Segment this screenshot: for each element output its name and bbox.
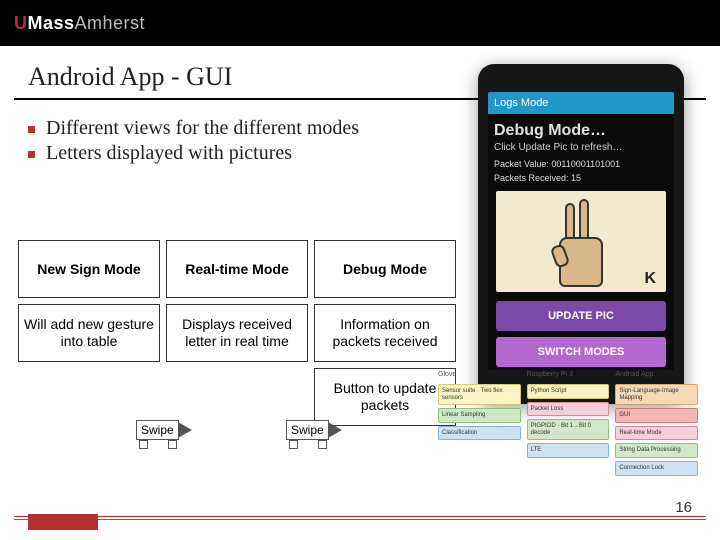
app-topbar: Logs Mode — [488, 92, 674, 114]
architecture-diagram: Glove Sensor suite · Two flex sensors Li… — [438, 371, 698, 476]
diag-box: Connection Lock — [615, 461, 698, 476]
diag-box: Python Script — [527, 384, 610, 399]
gesture-image: K — [496, 191, 666, 292]
mode-table: New Sign Mode Will add new gesture into … — [18, 240, 456, 432]
col-head-debug: Debug Mode — [314, 240, 456, 298]
switch-modes-button[interactable]: SWITCH MODES — [496, 337, 666, 367]
diag-box: Sign-Language-Image Mapping — [615, 384, 698, 405]
letter-label: K — [644, 270, 656, 288]
col-head-realtime: Real-time Mode — [166, 240, 308, 298]
arrow-right-icon — [328, 422, 342, 438]
swipe-arrow-1: Swipe — [136, 420, 192, 440]
diag-head-glove: Glove — [438, 371, 521, 381]
diag-box: PIGPIOD · Bit 1→Bit 0 decode — [527, 419, 610, 440]
packets-received: Packets Received: 15 — [488, 171, 674, 185]
bullet-list: Different views for the different modes … — [28, 116, 408, 166]
slide-footer — [0, 516, 720, 520]
screen-title: Debug Mode… — [488, 114, 674, 142]
phone-screen: Logs Mode Debug Mode… Click Update Pic t… — [488, 92, 674, 370]
diag-box: Classification — [438, 426, 521, 441]
brand-header: UMassAmherst — [0, 0, 720, 46]
bullet-item: Letters displayed with pictures — [28, 141, 408, 166]
diag-head-rpi: Raspberry Pi 3 — [527, 371, 610, 381]
swipe-label: Swipe — [286, 420, 329, 440]
diag-box: LTE — [527, 443, 610, 458]
umass-logo: UMassAmherst — [14, 13, 145, 34]
handle-icon — [318, 440, 327, 449]
swipe-label: Swipe — [136, 420, 179, 440]
footer-accent — [28, 514, 98, 530]
diag-box: Real-time Mode — [615, 426, 698, 441]
handle-icon — [289, 440, 298, 449]
packet-value: Packet Value: 00110001101001 — [488, 157, 674, 171]
hand-icon — [551, 197, 611, 287]
phone-mockup: Logs Mode Debug Mode… Click Update Pic t… — [478, 64, 684, 404]
handle-icon — [139, 440, 148, 449]
col-head-new-sign: New Sign Mode — [18, 240, 160, 298]
arrow-right-icon — [178, 422, 192, 438]
col-extra-debug: Button to update packets — [314, 368, 456, 426]
diag-box: GUI — [615, 408, 698, 423]
col-desc-debug: Information on packets received — [314, 304, 456, 362]
diag-box: Linear Sampling — [438, 408, 521, 423]
col-desc-realtime: Displays received letter in real time — [166, 304, 308, 362]
page-number: 16 — [675, 499, 692, 516]
bullet-item: Different views for the different modes — [28, 116, 408, 141]
update-pic-button[interactable]: UPDATE PIC — [496, 301, 666, 331]
diag-box: Sensor suite · Two flex sensors — [438, 384, 521, 405]
handle-icon — [168, 440, 177, 449]
col-desc-new-sign: Will add new gesture into table — [18, 304, 160, 362]
diag-box: String Data Processing — [615, 443, 698, 458]
swipe-arrow-2: Swipe — [286, 420, 342, 440]
screen-subtitle: Click Update Pic to refresh… — [488, 142, 674, 157]
diag-box: Packet Loss — [527, 402, 610, 417]
diag-head-app: Android App — [615, 371, 698, 381]
